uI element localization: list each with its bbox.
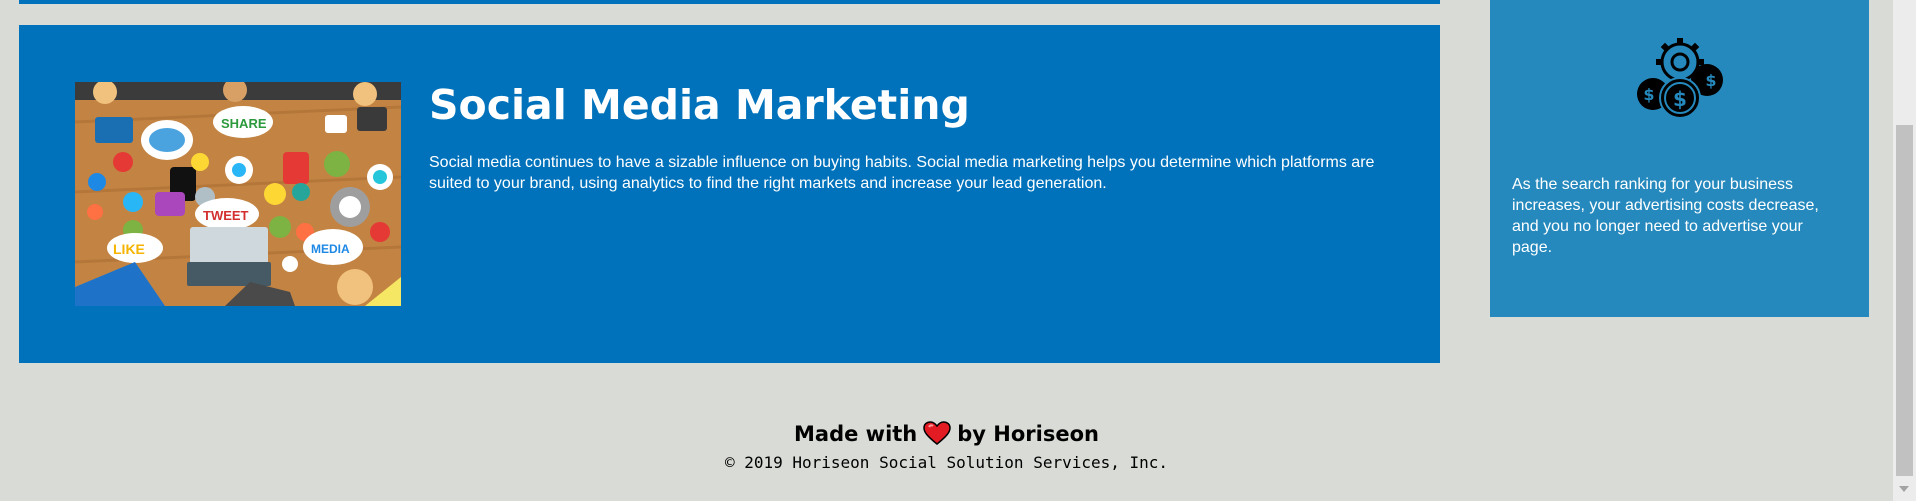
vertical-scrollbar[interactable] [1893,0,1916,501]
svg-text:SHARE: SHARE [221,116,267,131]
social-media-marketing-section: SHARE TWEET LIKE MEDIA Social Media Mark… [19,25,1440,363]
section-title: Social Media Marketing [429,81,970,129]
previous-section-edge [19,0,1440,4]
footer-made-with: Made with by Horiseon [0,420,1893,452]
svg-text:$: $ [1673,87,1687,111]
svg-text:$: $ [1643,85,1654,104]
made-with-text: Made with [794,422,918,446]
cost-management-text: As the search ranking for your business … [1512,176,1819,256]
heart-icon [923,421,952,452]
footer: Made with by Horiseon © 2019 Horiseon Soc… [0,420,1893,474]
section-description: Social media continues to have a sizable… [429,154,1375,192]
scroll-down-arrow-icon[interactable] [1899,486,1909,492]
svg-text:LIKE: LIKE [113,241,145,257]
page: SHARE TWEET LIKE MEDIA Social Media Mark… [0,0,1916,501]
cost-management-card: $ $ $ As the search ranking for your bus… [1490,0,1869,317]
svg-text:MEDIA: MEDIA [311,242,350,256]
copyright-text: © 2019 Horiseon Social Solution Services… [724,453,1169,472]
svg-text:TWEET: TWEET [203,208,249,223]
svg-text:$: $ [1705,71,1716,90]
by-horiseon-text: by Horiseon [957,422,1099,446]
cost-management-icon: $ $ $ [1635,36,1725,122]
scrollbar-thumb[interactable] [1896,125,1913,476]
social-media-image: SHARE TWEET LIKE MEDIA [75,82,401,306]
